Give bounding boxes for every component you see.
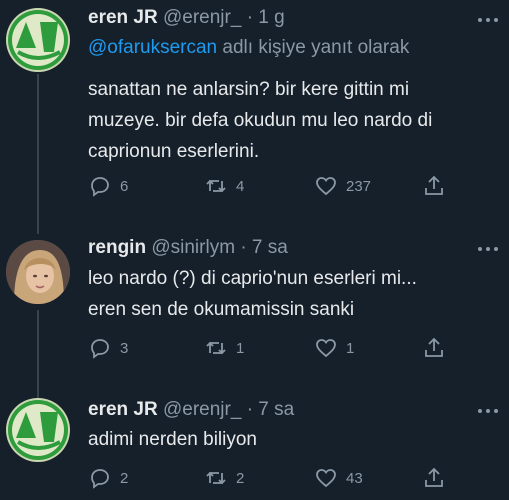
like-count: 237 (346, 177, 372, 195)
like-button[interactable]: 1 (314, 334, 354, 362)
tweet[interactable]: rengin @sinirlym · 7 sa leo nardo (?) di… (0, 230, 509, 380)
reply-count: 3 (120, 339, 129, 357)
reply-button[interactable]: 6 (88, 172, 128, 200)
tweet-text-line: caprionun eserlerini. (88, 141, 260, 162)
more-icon[interactable] (477, 405, 499, 415)
heart-icon (316, 177, 336, 196)
reply-button[interactable]: 3 (88, 334, 128, 362)
like-button[interactable]: 43 (314, 464, 363, 492)
share-button[interactable] (422, 334, 454, 362)
tweet-text-line: sanattan ne anlarsin? bir kere gittin mi (88, 79, 410, 100)
user-handle[interactable]: @erenjr_ (163, 7, 241, 28)
tweet-header: rengin @sinirlym · 7 sa (88, 236, 288, 260)
tweet-text-line: adimi nerden biliyon (88, 429, 257, 450)
reply-count: 2 (120, 469, 129, 487)
share-button[interactable] (422, 464, 454, 492)
retweet-count: 4 (236, 177, 245, 195)
display-name[interactable]: eren JR (88, 399, 158, 420)
share-icon (425, 337, 443, 357)
heart-icon (316, 339, 336, 358)
reply-icon (91, 339, 109, 359)
reply-icon (91, 469, 109, 489)
more-icon[interactable] (477, 14, 499, 24)
tweet-actions: 2 2 43 (88, 464, 468, 492)
timestamp[interactable]: · 7 sa (240, 237, 288, 258)
avatar[interactable] (6, 8, 70, 72)
like-count: 43 (346, 469, 363, 487)
avatar[interactable] (6, 240, 70, 304)
mention-link[interactable]: @ofaruksercan (88, 37, 217, 58)
replying-to: @ofaruksercan adlı kişiye yanıt olarak (88, 37, 409, 59)
display-name[interactable]: eren JR (88, 7, 158, 28)
heart-icon (316, 469, 336, 488)
reply-icon (91, 177, 109, 197)
tweet-text: leo nardo (?) di caprio'nun eserleri mi.… (88, 263, 498, 325)
avatar[interactable] (6, 398, 70, 462)
reply-count: 6 (120, 177, 129, 195)
share-icon (425, 467, 443, 487)
reply-button[interactable]: 2 (88, 464, 128, 492)
tweet-header: eren JR @erenjr_ · 7 sa (88, 398, 294, 422)
tweet-text-line: leo nardo (?) di caprio'nun eserleri mi.… (88, 268, 417, 289)
timestamp[interactable]: · 1 g (247, 7, 285, 28)
retweet-count: 2 (236, 469, 245, 487)
retweet-count: 1 (236, 339, 245, 357)
green-logo-icon (8, 10, 68, 70)
tweet-text-line: muzeye. bir defa okudun mu leo nardo di (88, 110, 433, 131)
like-count: 1 (346, 339, 355, 357)
profile-photo-icon (6, 240, 70, 304)
tweet-actions: 3 1 1 (88, 334, 468, 362)
tweet-text-line: eren sen de okumamissin sanki (88, 299, 355, 320)
retweet-icon (206, 179, 226, 193)
more-icon[interactable] (477, 243, 499, 253)
tweet[interactable]: eren JR @erenjr_ · 7 sa adimi nerden bil… (0, 392, 509, 500)
user-handle[interactable]: @sinirlym (151, 237, 235, 258)
tweet-text: adimi nerden biliyon (88, 424, 498, 455)
green-logo-icon (8, 400, 68, 460)
retweet-icon (206, 471, 226, 485)
tweet-text: sanattan ne anlarsin? bir kere gittin mi… (88, 74, 498, 167)
retweet-icon (206, 341, 226, 355)
retweet-button[interactable]: 4 (204, 172, 244, 200)
timestamp[interactable]: · 7 sa (247, 399, 295, 420)
retweet-button[interactable]: 1 (204, 334, 244, 362)
retweet-button[interactable]: 2 (204, 464, 244, 492)
like-button[interactable]: 237 (314, 172, 371, 200)
user-handle[interactable]: @erenjr_ (163, 399, 241, 420)
replying-to-text: adlı kişiye yanıt olarak (217, 37, 410, 58)
display-name[interactable]: rengin (88, 237, 146, 258)
tweet-actions: 6 4 237 (88, 172, 468, 200)
tweet-header: eren JR @erenjr_ · 1 g (88, 6, 285, 30)
share-button[interactable] (422, 172, 454, 200)
share-icon (425, 175, 443, 195)
tweet[interactable]: eren JR @erenjr_ · 1 g @ofaruksercan adl… (0, 0, 509, 230)
